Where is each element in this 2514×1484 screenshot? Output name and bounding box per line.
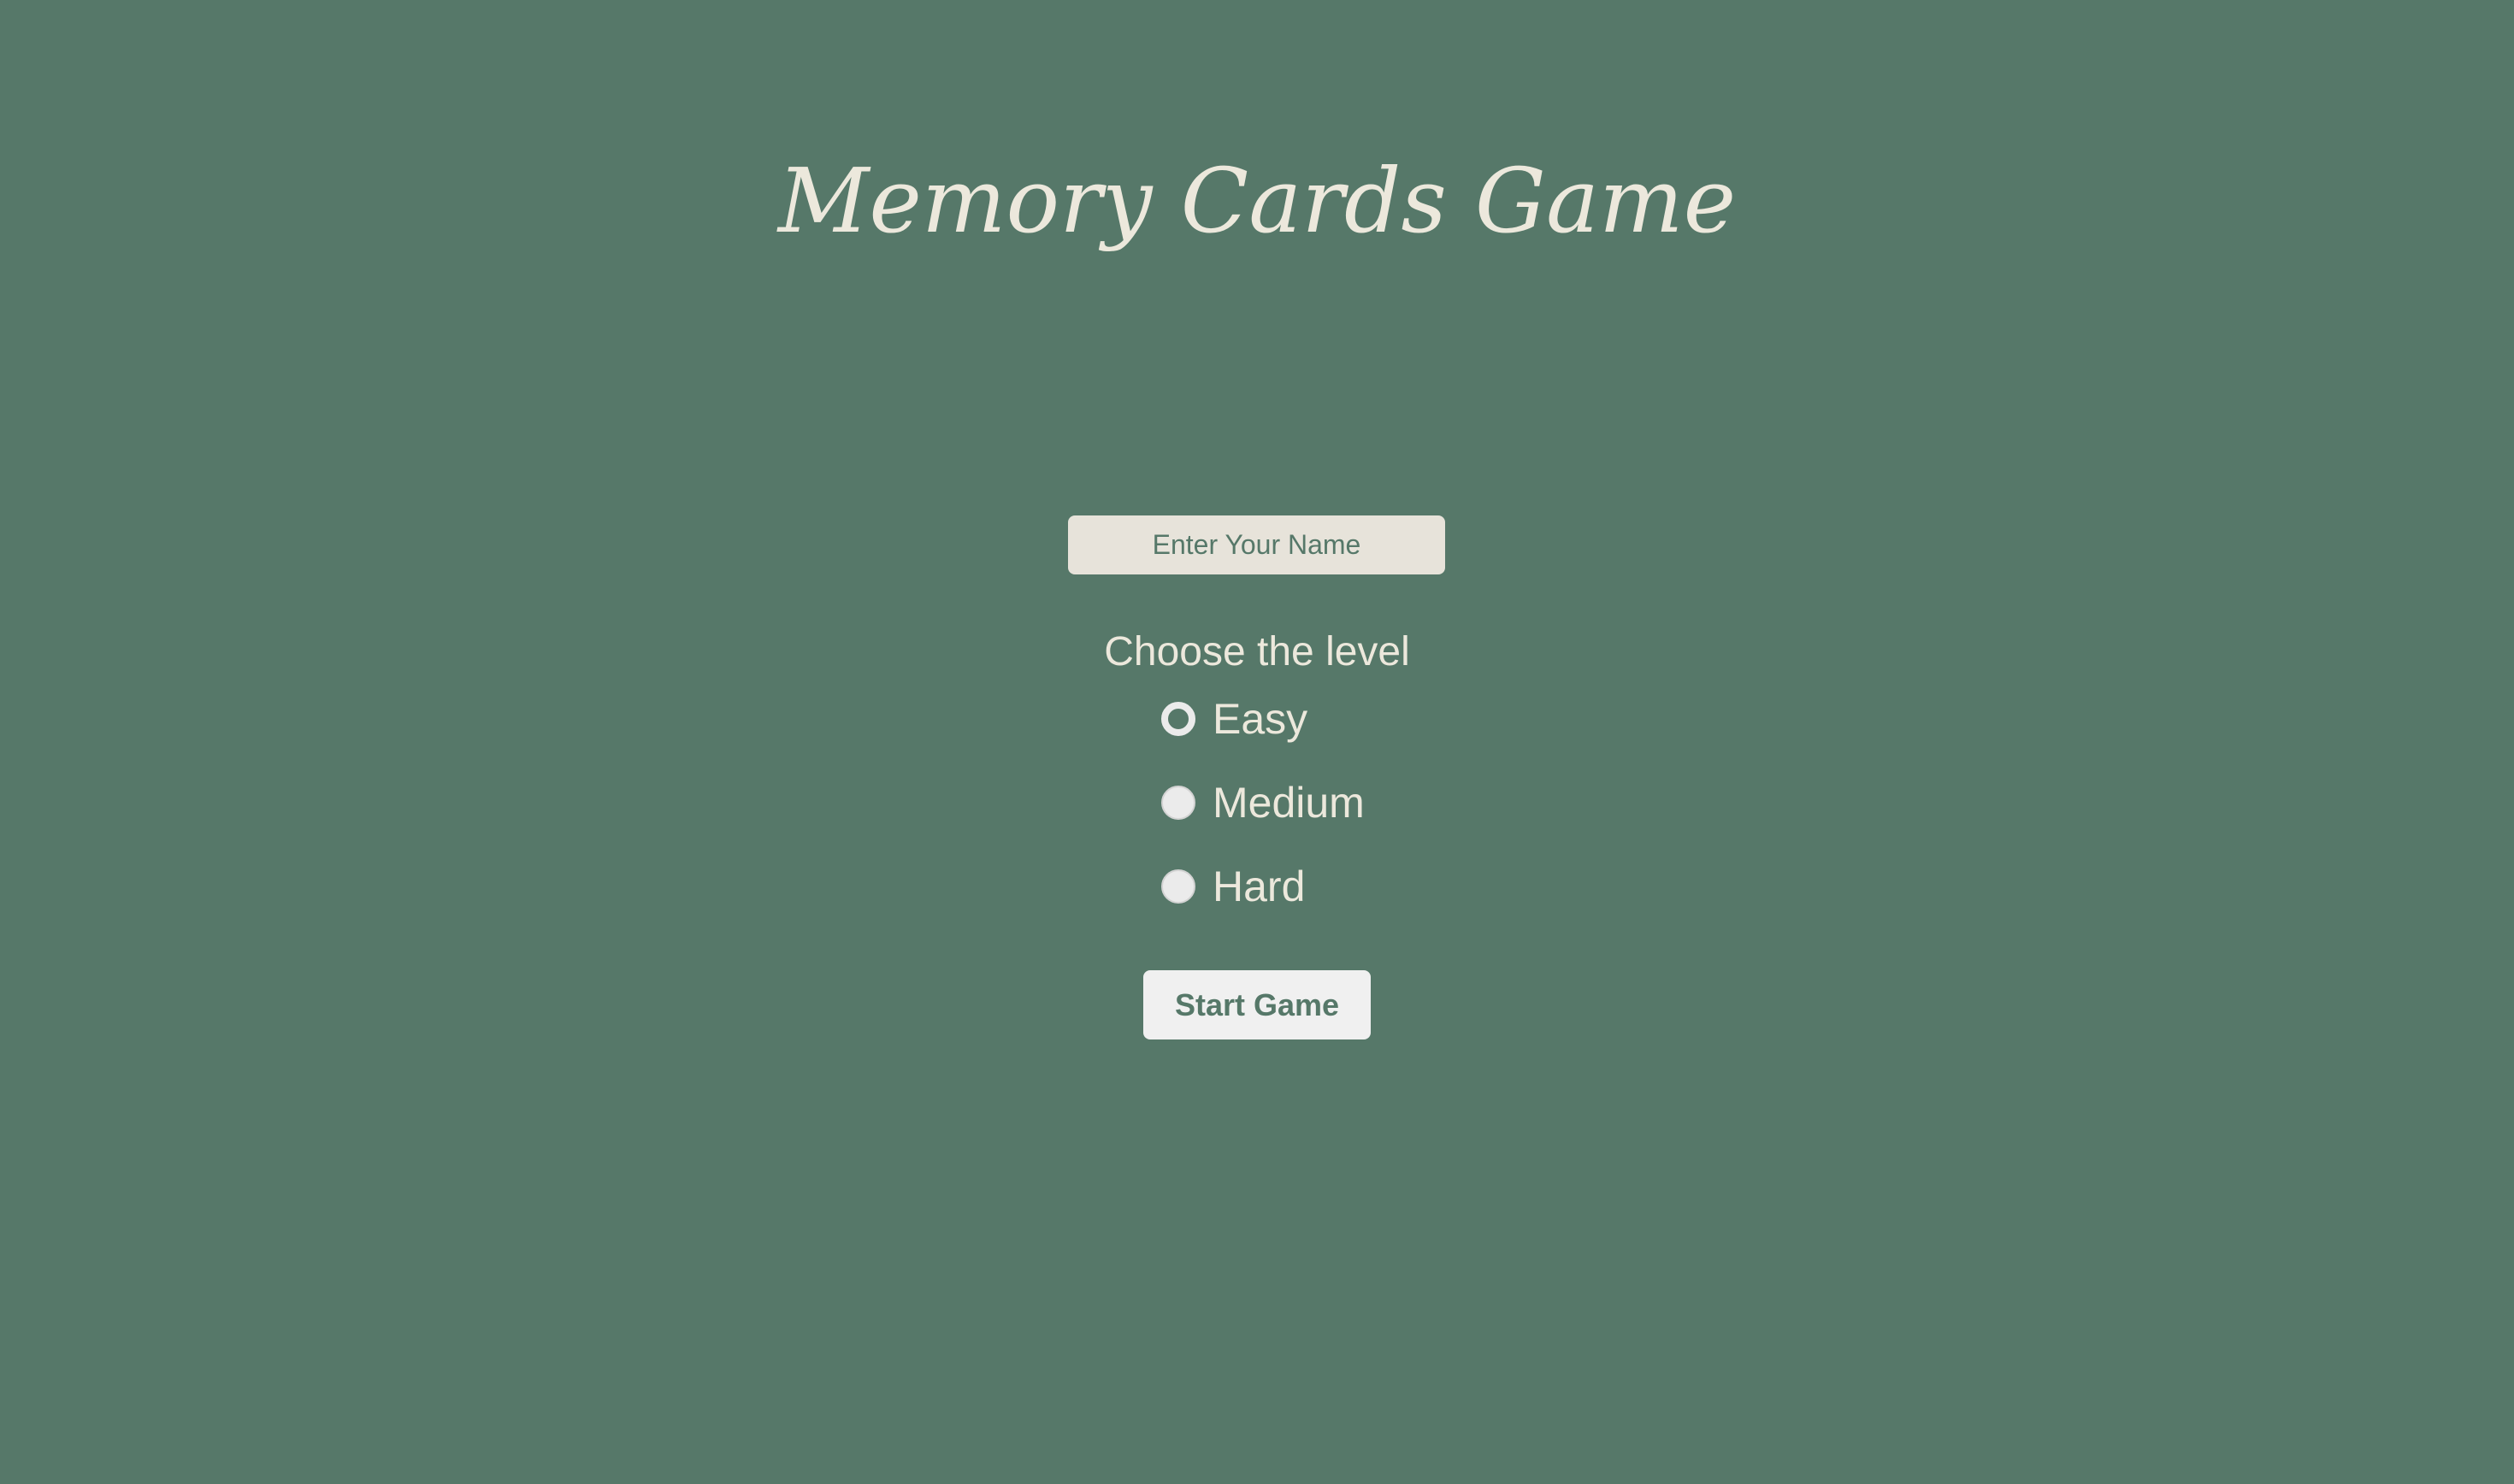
hard-label: Hard (1213, 863, 1306, 910)
level-heading: Choose the level (1104, 629, 1410, 674)
game-title: Memory Cards Game (777, 149, 1737, 253)
hard-radio[interactable] (1161, 869, 1195, 904)
medium-radio[interactable] (1161, 786, 1195, 820)
level-option-medium[interactable]: Medium (1161, 773, 1365, 833)
level-option-hard[interactable]: Hard (1161, 857, 1305, 916)
level-option-easy[interactable]: Easy (1161, 689, 1307, 749)
easy-radio[interactable] (1161, 702, 1195, 736)
start-game-button[interactable]: Start Game (1143, 970, 1371, 1039)
name-input[interactable] (1068, 515, 1445, 574)
medium-label: Medium (1213, 779, 1365, 827)
easy-label: Easy (1213, 695, 1308, 743)
